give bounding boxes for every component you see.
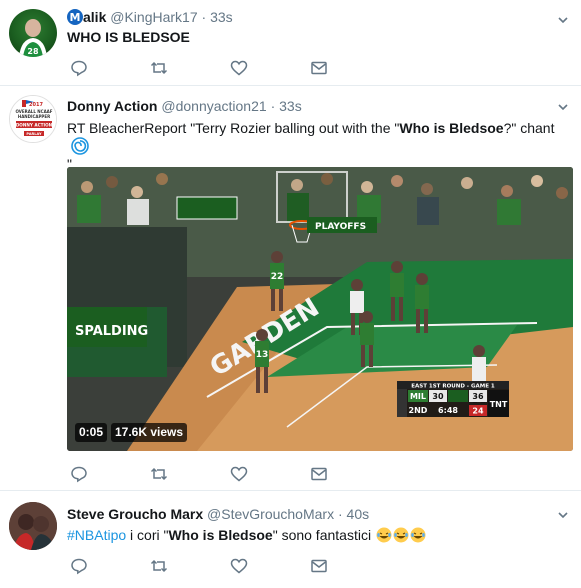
banner-text: PLAYOFFS	[315, 222, 366, 232]
tweet-header: M alik @KingHark17 · 33s	[67, 8, 233, 26]
user-avatar[interactable]: 28	[9, 9, 57, 57]
video-duration-badge: 0:05	[75, 423, 108, 442]
video-views-badge: 17.6K views	[111, 423, 188, 442]
separator-dot: ·	[201, 9, 207, 25]
reply-icon[interactable]	[70, 557, 88, 575]
tweet-timestamp[interactable]: 33s	[279, 98, 302, 114]
tweet-text: WHO IS BLEDSOE	[67, 29, 190, 45]
text-mid: i cori "	[126, 527, 169, 543]
scoreboard: EAST 1ST ROUND - GAME 1 MIL 30 36 2ND 6:…	[397, 381, 509, 417]
text-prefix: RT BleacherReport "Terry Rozier balling …	[67, 120, 400, 136]
tweet-header: Steve Groucho Marx @StevGrouchoMarx · 40…	[67, 505, 369, 523]
scoreboard-shot-clock: 24	[472, 407, 484, 416]
tweet[interactable]: 28 M alik @KingHark17 · 33s WHO IS BLEDS…	[0, 0, 581, 86]
swirl-icon	[71, 137, 89, 155]
text-suffix: " sono fantastici	[272, 527, 372, 543]
ad-text: SPALDING	[75, 324, 148, 339]
display-name[interactable]: alik	[83, 9, 106, 25]
scoreboard-clock: 6:48	[438, 406, 458, 415]
chevron-down-icon[interactable]	[558, 99, 568, 111]
scoreboard-quarter: 2ND	[409, 406, 428, 415]
tweet[interactable]: Steve Groucho Marx @StevGrouchoMarx · 40…	[0, 491, 581, 588]
tweet-header: Donny Action @donnyaction21 · 33s	[67, 97, 302, 115]
separator-dot: ·	[270, 98, 276, 114]
user-handle[interactable]: @donnyaction21	[161, 98, 266, 114]
user-handle[interactable]: @KingHark17	[110, 9, 197, 25]
envelope-icon[interactable]	[310, 557, 328, 575]
video-player[interactable]: GARDEN SPALDING PLAYOFFS 13 22	[67, 167, 573, 451]
logo-year: 2017	[29, 102, 43, 108]
laughing-emoji	[410, 527, 426, 543]
logo-brand: DONNY ACTION	[16, 123, 53, 128]
envelope-icon[interactable]	[310, 59, 328, 77]
svg-text:M: M	[70, 11, 81, 24]
user-avatar[interactable]	[9, 502, 57, 550]
text-bold: Who is Bledsoe	[168, 527, 273, 543]
retweet-icon[interactable]	[150, 557, 168, 575]
jersey-number: 13	[256, 350, 269, 360]
user-handle[interactable]: @StevGrouchoMarx	[207, 506, 334, 522]
tweet-timestamp[interactable]: 40s	[347, 506, 370, 522]
video-frame[interactable]: GARDEN SPALDING PLAYOFFS 13 22	[67, 167, 573, 451]
text-suffix: ?" chant	[503, 120, 555, 136]
display-name[interactable]: Donny Action	[67, 98, 157, 114]
scoreboard-score1: 30	[432, 392, 444, 401]
chevron-down-icon[interactable]	[558, 12, 568, 24]
heart-icon[interactable]	[230, 557, 248, 575]
heart-icon[interactable]	[230, 465, 248, 483]
tweet-timestamp[interactable]: 33s	[210, 9, 233, 25]
logo-tag: PARLAY	[26, 132, 42, 136]
envelope-icon[interactable]	[310, 465, 328, 483]
scoreboard-round: EAST 1ST ROUND - GAME 1	[411, 384, 495, 390]
jersey-number: 22	[271, 272, 284, 282]
scoreboard-network: TNT	[490, 400, 508, 409]
tweet[interactable]: 2017 OVERALL NCAAF HANDICAPPER DONNY ACT…	[0, 86, 581, 491]
text-bold: Who is Bledsoe	[399, 120, 504, 136]
chevron-down-icon[interactable]	[558, 507, 568, 519]
tweet-text: #NBAtipo i cori "Who is Bledsoe" sono fa…	[67, 526, 567, 544]
reply-icon[interactable]	[70, 465, 88, 483]
display-name[interactable]: Steve Groucho Marx	[67, 506, 203, 522]
laughing-emoji	[393, 527, 409, 543]
scoreboard-team1: MIL	[410, 392, 426, 401]
retweet-icon[interactable]	[150, 465, 168, 483]
bold-m-icon: M	[67, 9, 83, 25]
tweet-text: RT BleacherReport "Terry Rozier balling …	[67, 119, 567, 173]
reply-icon[interactable]	[70, 59, 88, 77]
svg-text:28: 28	[27, 47, 39, 56]
logo-line2: HANDICAPPER	[18, 114, 50, 119]
separator-dot: ·	[337, 506, 343, 522]
heart-icon[interactable]	[230, 59, 248, 77]
scoreboard-score2: 36	[472, 392, 484, 401]
laughing-emoji	[376, 527, 392, 543]
hashtag-link[interactable]: #NBAtipo	[67, 527, 126, 543]
donny-action-logo[interactable]: 2017 OVERALL NCAAF HANDICAPPER DONNY ACT…	[9, 95, 57, 143]
retweet-icon[interactable]	[150, 59, 168, 77]
